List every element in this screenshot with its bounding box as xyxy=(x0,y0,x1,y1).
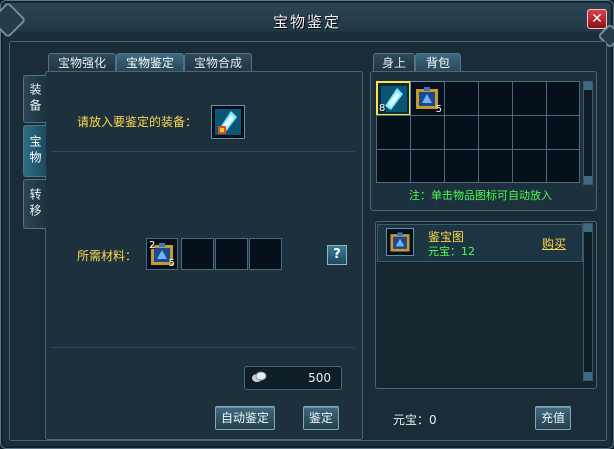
tab-compose[interactable]: 宝物合成 xyxy=(184,53,252,72)
window-title: 宝物鉴定 xyxy=(272,13,341,31)
bag-slot[interactable]: 8 xyxy=(376,81,411,116)
bag-slot[interactable] xyxy=(478,81,513,116)
bag-slot[interactable] xyxy=(444,115,479,150)
identify-window: 宝物鉴定 ✕ 宝物强化 宝物鉴定 宝物合成 装备 宝物 转移 请放入要鉴定的装备… xyxy=(0,0,614,449)
silver-cost-box: 500 xyxy=(244,366,342,390)
tab-equipped[interactable]: 身上 xyxy=(373,53,415,72)
bag-slot[interactable] xyxy=(444,81,479,116)
bag-slot[interactable] xyxy=(512,115,547,150)
material-count-bottom: 5 xyxy=(168,258,175,269)
material-slot-1[interactable]: 2 5 xyxy=(146,238,178,270)
shop-item-row[interactable]: 鉴宝图 元宝：12 购买 xyxy=(377,224,583,262)
tab-backpack[interactable]: 背包 xyxy=(415,53,461,72)
scroll-up-arrow[interactable] xyxy=(584,82,592,90)
gem-equipment-icon xyxy=(215,109,241,135)
yuanbao-balance: 元宝：0 xyxy=(393,413,437,427)
side-tab-treasure[interactable]: 宝物 xyxy=(23,125,46,177)
shop-scrollbar[interactable] xyxy=(583,223,593,381)
bag-slot-count: 8 xyxy=(379,103,386,114)
bag-slot[interactable] xyxy=(512,81,547,116)
recharge-button[interactable]: 充值 xyxy=(535,406,571,430)
silver-coin-icon xyxy=(251,370,267,384)
buy-link[interactable]: 购买 xyxy=(542,235,566,252)
title-bar[interactable]: 宝物鉴定 ✕ xyxy=(0,1,614,49)
scroll-down-arrow[interactable] xyxy=(584,372,592,380)
auto-place-note: 注：单击物品图标可自动放入 xyxy=(409,189,552,202)
bag-slot[interactable] xyxy=(478,115,513,150)
tab-identify[interactable]: 宝物鉴定 xyxy=(116,53,184,72)
treasure-map-icon xyxy=(390,232,410,252)
help-button[interactable]: ? xyxy=(327,245,347,265)
bag-slot[interactable] xyxy=(512,149,547,183)
equip-slot[interactable] xyxy=(211,105,245,139)
bag-slot[interactable] xyxy=(444,149,479,183)
backpack-scrollbar[interactable] xyxy=(583,81,593,185)
material-slot-2[interactable] xyxy=(181,238,214,270)
bag-slot[interactable] xyxy=(410,149,445,183)
bag-slot[interactable]: 5 xyxy=(410,81,445,116)
bag-slot[interactable] xyxy=(546,81,580,116)
material-label: 所需材料： xyxy=(77,249,138,263)
close-button[interactable]: ✕ xyxy=(587,9,607,29)
bag-slot-count: 5 xyxy=(435,104,442,115)
shop-item-price: 元宝：12 xyxy=(428,245,475,258)
material-count-top: 2 xyxy=(149,240,156,251)
scroll-up-arrow[interactable] xyxy=(584,224,592,232)
backpack-grid: 8 5 xyxy=(376,81,580,183)
shop-item-slot[interactable] xyxy=(386,228,414,256)
bag-slot[interactable] xyxy=(478,149,513,183)
material-slot-4[interactable] xyxy=(249,238,282,270)
bag-slot[interactable] xyxy=(376,115,411,150)
material-slot-3[interactable] xyxy=(215,238,248,270)
bag-slot[interactable] xyxy=(376,149,411,183)
divider xyxy=(51,347,355,348)
silver-amount: 500 xyxy=(308,371,331,385)
side-tab-equipment[interactable]: 装备 xyxy=(23,75,46,123)
bag-slot[interactable] xyxy=(546,149,580,183)
divider xyxy=(51,151,355,152)
identify-button[interactable]: 鉴定 xyxy=(303,406,339,430)
tab-enhance[interactable]: 宝物强化 xyxy=(48,53,116,72)
bag-slot[interactable] xyxy=(546,115,580,150)
equip-prompt: 请放入要鉴定的装备： xyxy=(77,115,198,129)
scroll-down-arrow[interactable] xyxy=(584,176,592,184)
bag-slot[interactable] xyxy=(410,115,445,150)
side-tab-transfer[interactable]: 转移 xyxy=(23,179,46,229)
auto-identify-button[interactable]: 自动鉴定 xyxy=(215,406,275,430)
